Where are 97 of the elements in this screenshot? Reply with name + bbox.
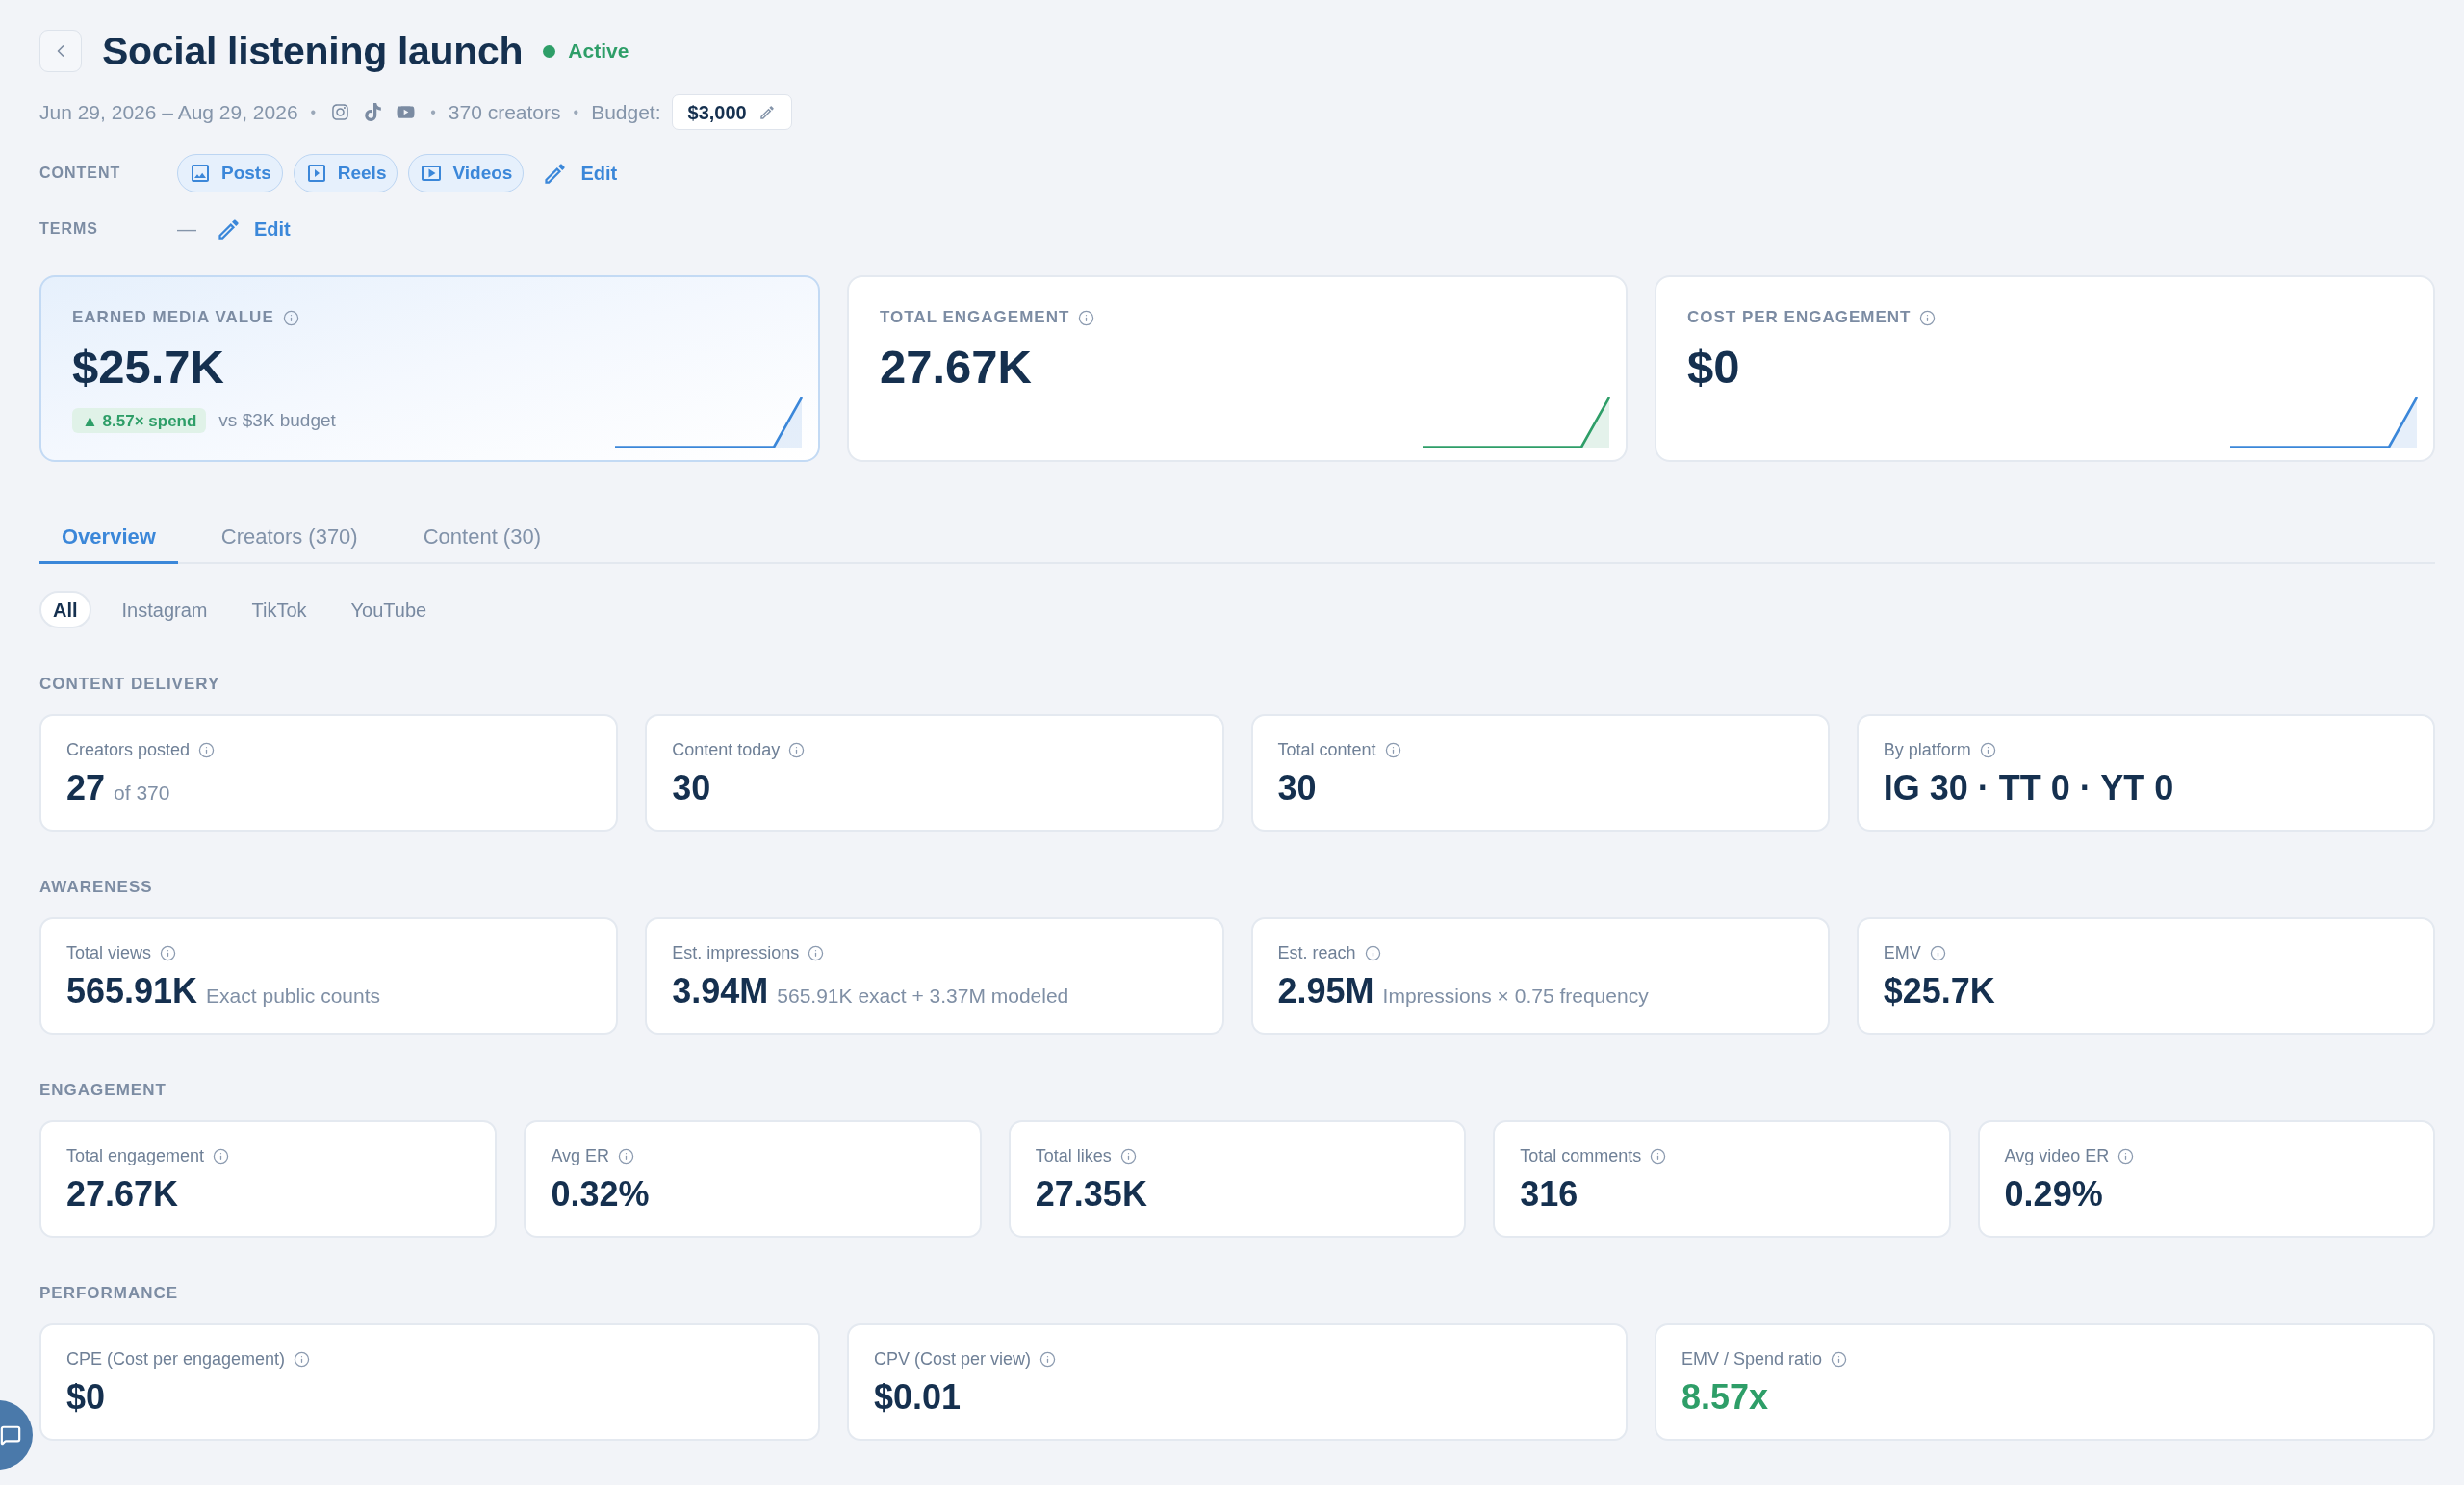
info-icon — [1078, 309, 1095, 326]
section-heading: PERFORMANCE — [39, 1283, 179, 1304]
metric-value: 30 — [1277, 767, 1317, 809]
status-label: Active — [568, 38, 629, 64]
metric-label: Avg ER — [551, 1144, 610, 1167]
metric-value: 30 — [672, 767, 711, 809]
metric-note: of 370 — [114, 781, 170, 806]
edit-button[interactable]: Edit — [542, 154, 618, 192]
metric-value: 316 — [1520, 1173, 1578, 1216]
filter-pill[interactable]: Instagram — [108, 591, 221, 628]
metric-value: IG 30 · TT 0 · YT 0 — [1883, 767, 2174, 809]
content-type-chip[interactable]: Reels — [293, 154, 398, 192]
metric-note: Impressions × 0.75 frequency — [1382, 984, 1649, 1009]
content-type-chip[interactable]: Videos — [408, 154, 525, 192]
metric-label: EMV / Spend ratio — [1681, 1347, 1823, 1370]
metric-label: CPV (Cost per view) — [874, 1347, 1032, 1370]
tab[interactable]: Overview — [39, 510, 178, 564]
metric-label: CPE (Cost per engagement) — [66, 1347, 286, 1370]
metric-value: 27.35K — [1035, 1173, 1147, 1216]
row-label: TERMS — [39, 219, 99, 239]
filter-pill[interactable]: TikTok — [238, 591, 321, 628]
metric-value: 8.57x — [1681, 1376, 1769, 1419]
section-heading: AWARENESS — [39, 877, 153, 898]
section-heading: ENGAGEMENT — [39, 1080, 167, 1101]
metric-value: $0 — [66, 1376, 106, 1419]
info-icon — [1384, 741, 1401, 758]
kpi-label: TOTAL ENGAGEMENT — [880, 307, 1070, 329]
metric-note: 565.91K exact + 3.37M modeled — [777, 984, 1069, 1009]
info-icon — [618, 1147, 635, 1165]
info-icon — [282, 309, 299, 326]
tab[interactable]: Creators (370) — [198, 510, 380, 564]
meta-text: Jun 29, 2026 – Aug 29, 2026 — [39, 99, 298, 125]
metric-value: 0.32% — [551, 1173, 650, 1216]
metric-label: Content today — [672, 738, 781, 761]
chat-icon — [0, 1424, 21, 1446]
terms-value: — — [177, 218, 196, 242]
metric-label: Total content — [1277, 738, 1376, 761]
metric-value: 27.67K — [66, 1173, 179, 1216]
separator: • — [310, 102, 317, 122]
metric-label: Est. impressions — [672, 941, 800, 964]
info-icon — [788, 741, 806, 758]
separator: • — [430, 102, 436, 122]
info-icon — [1364, 944, 1381, 961]
page-title: Social listening launch — [102, 28, 524, 75]
edit-button[interactable]: Edit — [216, 210, 291, 248]
metric-value: $25.7K — [1883, 970, 1995, 1012]
filter-pill[interactable]: YouTube — [337, 591, 441, 628]
info-icon — [160, 944, 177, 961]
section-heading: CONTENT DELIVERY — [39, 674, 220, 695]
metric-value: $0.01 — [874, 1376, 962, 1419]
info-icon — [1650, 1147, 1667, 1165]
kpi-label: COST PER ENGAGEMENT — [1687, 307, 1912, 329]
trend-badge: ▲ 8.57× spend — [72, 408, 207, 434]
info-icon — [1979, 741, 1996, 758]
info-icon — [1040, 1350, 1057, 1368]
instagram-icon — [331, 103, 350, 121]
metric-value: 2.95M — [1277, 970, 1374, 1012]
kpi-note: vs $3K budget — [218, 409, 336, 432]
filter-pill[interactable]: All — [39, 591, 91, 628]
row-label: CONTENT — [39, 164, 122, 183]
pencil-icon — [757, 103, 776, 121]
info-icon — [2118, 1147, 2135, 1165]
tiktok-icon — [364, 103, 383, 121]
metric-value: 27 — [66, 767, 106, 809]
metric-value: 565.91K — [66, 970, 198, 1012]
metric-label: Creators posted — [66, 738, 191, 761]
info-icon — [808, 944, 825, 961]
metric-label: Est. reach — [1277, 941, 1356, 964]
metric-label: EMV — [1883, 941, 1921, 964]
info-icon — [213, 1147, 230, 1165]
metric-note: Exact public counts — [206, 984, 381, 1009]
metric-label: Total views — [66, 941, 152, 964]
info-icon — [1919, 309, 1937, 326]
metric-label: Total likes — [1035, 1144, 1112, 1167]
info-icon — [1929, 944, 1946, 961]
info-icon — [1831, 1350, 1848, 1368]
youtube-icon — [397, 103, 416, 121]
info-icon — [1119, 1147, 1137, 1165]
meta-text: 370 creators — [448, 99, 561, 125]
metric-value: 3.94M — [672, 970, 769, 1012]
tab[interactable]: Content (30) — [400, 510, 563, 564]
content-type-chip[interactable]: Posts — [177, 154, 283, 192]
metric-label: Avg video ER — [2004, 1144, 2110, 1167]
budget-label: Budget: — [591, 99, 661, 125]
image-icon — [189, 162, 212, 185]
separator: • — [573, 102, 579, 122]
kpi-value: $0 — [1687, 340, 1740, 394]
metric-label: Total comments — [1520, 1144, 1642, 1167]
metric-value: 0.29% — [2004, 1173, 2103, 1216]
kpi-value: 27.67K — [880, 340, 1032, 394]
budget-field[interactable]: $3,000 — [671, 94, 792, 130]
info-icon — [294, 1350, 311, 1368]
metric-label: Total engagement — [66, 1144, 205, 1167]
info-icon — [198, 741, 216, 758]
kpi-label: EARNED MEDIA VALUE — [72, 307, 274, 329]
kpi-value: $25.7K — [72, 340, 224, 394]
metric-label: By platform — [1883, 738, 1971, 761]
